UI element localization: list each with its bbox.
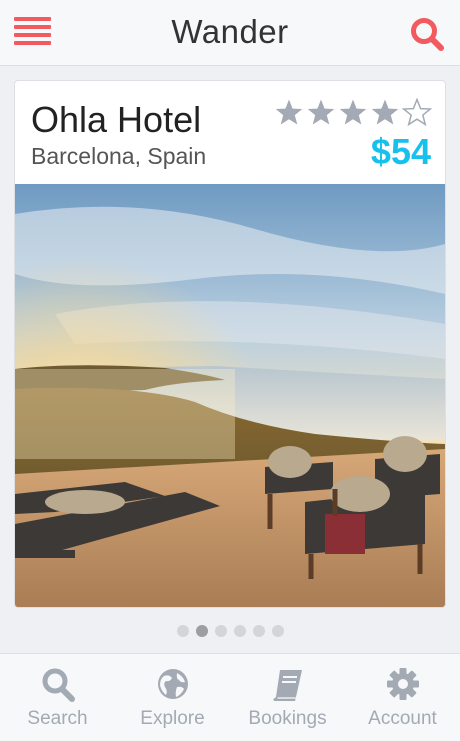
tab-bookings-label: Bookings [248,708,327,729]
tab-explore[interactable]: Explore [115,654,230,741]
search-icon[interactable] [409,16,445,52]
bottom-tab-bar: Search Explore Bookings Account [0,653,460,741]
star-filled-icon [339,99,367,125]
hotel-name: Ohla Hotel [31,99,202,140]
carousel-dot[interactable] [233,625,246,637]
star-empty-icon [402,98,432,126]
hotel-photo[interactable] [15,184,445,608]
hotel-card[interactable]: Ohla Hotel Barcelona, Spain $54 [14,80,446,608]
star-rating [274,98,434,126]
star-filled-icon [307,99,335,125]
gear-icon [386,668,419,700]
tab-explore-label: Explore [140,708,205,729]
tab-bookings[interactable]: Bookings [230,654,345,741]
star-filled-icon [371,99,399,125]
book-icon [272,670,302,701]
carousel-dot[interactable] [271,625,284,637]
tab-search[interactable]: Search [0,654,115,741]
tab-search-label: Search [27,708,88,729]
carousel-pager [0,625,460,637]
top-nav-bar: Wander [0,0,460,66]
carousel-dot[interactable] [252,625,265,637]
globe-icon [157,669,188,699]
search-icon [42,668,75,702]
hotel-price: $54 [370,131,431,172]
tab-account-label: Account [368,708,437,729]
carousel-dot[interactable] [214,625,227,637]
star-filled-icon [275,99,303,125]
tab-account[interactable]: Account [345,654,460,741]
carousel-dot[interactable] [176,625,189,637]
app-title: Wander [171,13,289,50]
carousel-dot[interactable] [195,625,208,637]
hotel-location: Barcelona, Spain [31,143,207,169]
